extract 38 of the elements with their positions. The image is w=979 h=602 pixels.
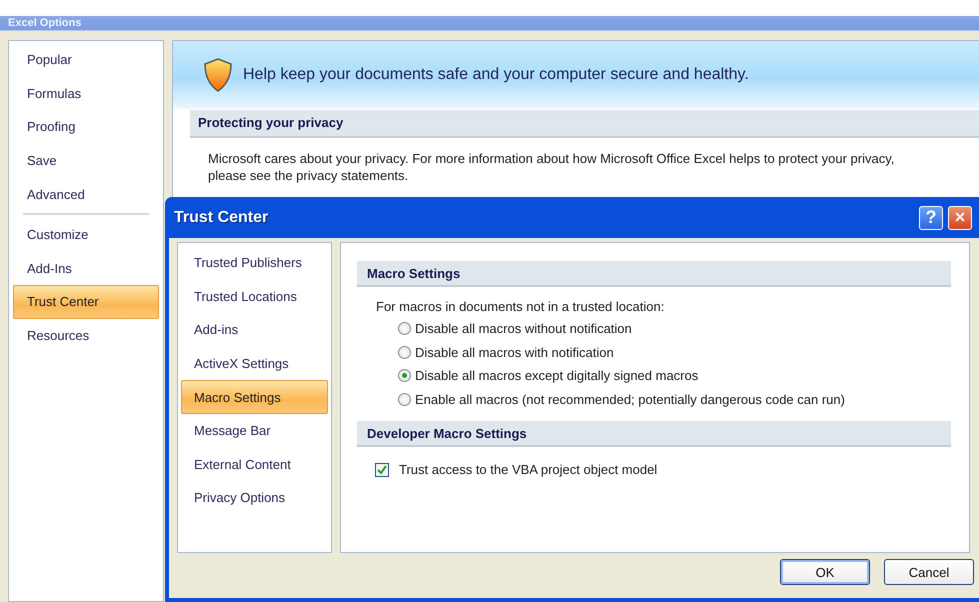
sidebar-item[interactable]: Trust Center [13, 285, 159, 319]
category-item[interactable]: Privacy Options [181, 481, 328, 515]
dialog-button[interactable]: OK [780, 559, 870, 585]
section-heading: Protecting your privacy [190, 110, 979, 138]
checkbox-label: Trust access to the VBA project object model [399, 462, 658, 477]
category-item[interactable]: Message Bar [181, 414, 328, 448]
checkbox[interactable] [375, 462, 389, 476]
radio-button[interactable] [398, 392, 411, 406]
option-label: Enable all macros (not recommended; potentially dangerous code can run) [415, 392, 845, 407]
radio-button[interactable] [398, 369, 411, 382]
radio-button[interactable] [398, 322, 411, 336]
category-item[interactable]: Trusted Locations [181, 280, 328, 314]
section-heading: Developer Macro Settings [357, 421, 951, 447]
banner-text: Help keep your documents safe and your computer secure and healthy. [243, 66, 749, 84]
option-label: Disable all macros without notification [415, 321, 632, 336]
dialog-button[interactable]: Cancel [884, 559, 974, 585]
category-item[interactable]: Add-ins [181, 313, 328, 347]
shield-icon [203, 58, 233, 92]
sidebar-item[interactable]: Popular [13, 43, 159, 77]
privacy-text: Microsoft cares about your privacy. For more information about how Microsoft Office Excel helps to protect your privacy, please see the privacy statements. [208, 150, 896, 184]
sidebar-item[interactable]: Formulas [13, 76, 159, 110]
intro-text: For macros in documents not in a trusted location: [376, 298, 666, 316]
dialog-title: Trust Center [174, 208, 270, 226]
sidebar-item[interactable]: Add-Ins [13, 252, 159, 286]
sidebar-item[interactable]: Advanced [13, 177, 159, 211]
sidebar-item[interactable]: Proofing [13, 110, 159, 144]
sidebar-item[interactable]: Customize [13, 218, 159, 252]
category-item[interactable]: External Content [181, 448, 328, 482]
option-label: Disable all macros except digitally signed macros [415, 368, 698, 384]
sidebar-item[interactable]: Resources [13, 318, 159, 352]
category-item[interactable]: Macro Settings [181, 380, 328, 414]
radio-button[interactable] [398, 346, 411, 359]
category-item[interactable]: ActiveX Settings [181, 346, 328, 380]
option-label: Disable all macros with notification [415, 344, 614, 360]
window-title: Excel Options [0, 16, 979, 30]
category-item[interactable]: Trusted Publishers [181, 246, 328, 280]
sidebar-item[interactable]: Save [13, 144, 159, 178]
section-heading: Macro Settings [357, 261, 951, 287]
